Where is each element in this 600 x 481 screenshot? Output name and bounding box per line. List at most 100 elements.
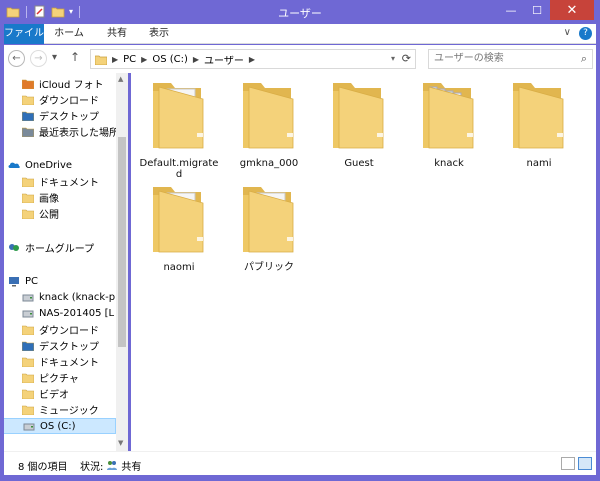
nav-item-label: ドキュメント — [39, 177, 99, 189]
nav-item[interactable]: ビデオ — [0, 385, 116, 401]
folder-icon — [243, 83, 294, 149]
tab-view[interactable]: 表示 — [140, 24, 178, 44]
nav-scrollbar[interactable]: ▲ ▼ — [116, 73, 128, 451]
explorer-window: ▾ ユーザー — ☐ ✕ ファイル ホーム 共有 表示 ∨ ? ← → ▾ ↑ … — [0, 0, 600, 481]
folder-name: knack — [434, 158, 464, 169]
up-button[interactable]: ↑ — [70, 50, 80, 64]
folder-item[interactable]: nami — [499, 79, 579, 169]
pc-icon — [8, 276, 20, 287]
back-button[interactable]: ← — [8, 50, 25, 67]
nav-item-label: NAS-201405 [L — [39, 307, 115, 319]
nav-item[interactable]: OS (C:) — [0, 418, 116, 434]
nav-item[interactable]: ダウンロード — [0, 91, 116, 107]
nav-item-label: ドキュメント — [39, 357, 99, 369]
pictures-icon — [21, 372, 35, 383]
desktop-icon — [21, 340, 35, 351]
nav-item[interactable]: ミュージック — [0, 401, 116, 417]
folder-item[interactable]: Guest — [319, 79, 399, 169]
search-icon: ⌕ — [580, 52, 587, 65]
nav-item[interactable]: ドキュメント — [0, 353, 116, 369]
forward-button[interactable]: → — [30, 50, 47, 67]
folder-name: gmkna_000 — [239, 158, 299, 169]
tab-file[interactable]: ファイル — [4, 24, 44, 44]
folder-item[interactable]: Default.migrated — [139, 79, 219, 180]
help-icon[interactable]: ? — [579, 27, 592, 40]
nav-item[interactable]: knack (knack-p — [0, 289, 116, 305]
breadcrumb-separator-icon: ▶ — [192, 54, 200, 64]
shared-users-icon — [107, 461, 118, 470]
navigation-pane: iCloud フォト ダウンロード デスクトップ 最近表示した場所 OneDrive ドキ… — [0, 73, 128, 451]
download-folder-icon — [21, 94, 35, 105]
nav-item-label: PC — [25, 275, 39, 287]
nav-item[interactable]: 最近表示した場所 — [0, 123, 116, 139]
scroll-up-icon[interactable]: ▲ — [118, 75, 123, 83]
status-value: 共有 — [121, 462, 142, 473]
large-icons-view-button[interactable] — [578, 457, 592, 470]
folder-icon — [21, 192, 35, 203]
folder-name: nami — [526, 158, 552, 169]
nav-item[interactable]: iCloud フォト — [0, 75, 116, 91]
breadcrumb-users[interactable]: ユーザー — [204, 52, 244, 67]
close-button[interactable]: ✕ — [550, 0, 594, 20]
desktop-icon — [21, 110, 35, 121]
search-input[interactable]: ユーザーの検索 ⌕ — [428, 49, 593, 69]
nav-item[interactable]: OneDrive — [0, 157, 116, 173]
refresh-icon[interactable]: ⟳ — [402, 52, 411, 65]
ribbon-controls: ∨ ? — [564, 27, 592, 40]
folder-name: Guest — [344, 158, 374, 169]
breadcrumb-os-drive[interactable]: OS (C:) — [152, 54, 188, 65]
search-placeholder: ユーザーの検索 — [434, 53, 504, 64]
nav-item[interactable]: デスクトップ — [0, 337, 116, 353]
folder-item[interactable]: パブリック — [229, 183, 309, 273]
nav-item[interactable]: 公開 — [0, 205, 116, 221]
recent-locations-button[interactable]: ▾ — [52, 52, 57, 63]
network-drive-icon — [22, 292, 34, 303]
nav-item[interactable]: ドキュメント — [0, 173, 116, 189]
address-bar[interactable]: ▶ PC ▶ OS (C:) ▶ ユーザー ▶ ▾ ⟳ — [90, 49, 416, 69]
minimize-button[interactable]: — — [498, 0, 524, 20]
download-folder-icon — [21, 324, 35, 335]
address-dropdown-icon[interactable]: ▾ — [391, 54, 395, 63]
nav-item[interactable]: ピクチャ — [0, 369, 116, 385]
nav-item[interactable]: NAS-201405 [L — [0, 305, 116, 321]
nav-item[interactable]: PC — [0, 273, 116, 289]
nav-item-label: iCloud フォト — [39, 79, 104, 91]
status-bar: 8 個の項目 状況: 共有 — [0, 451, 600, 475]
folder-name: naomi — [163, 262, 195, 273]
folder-icon — [153, 83, 204, 149]
drive-icon — [23, 421, 35, 432]
details-view-button[interactable] — [561, 457, 575, 470]
folder-item[interactable]: naomi — [139, 183, 219, 273]
photos-icon — [21, 78, 35, 89]
folder-icon — [21, 208, 35, 219]
nav-item-label: デスクトップ — [39, 111, 99, 123]
view-switcher — [561, 457, 592, 470]
folder-name: Default.migrated — [139, 158, 219, 180]
nav-item-label: OneDrive — [25, 159, 73, 171]
nav-item[interactable]: ダウンロード — [0, 321, 116, 337]
folder-small-icon — [95, 55, 107, 65]
title-bar: ▾ ユーザー — ☐ ✕ — [0, 0, 600, 24]
nav-item[interactable]: デスクトップ — [0, 107, 116, 123]
folder-item[interactable]: gmkna_000 — [229, 79, 309, 169]
breadcrumb-separator-icon: ▶ — [141, 54, 148, 64]
maximize-button[interactable]: ☐ — [524, 0, 550, 20]
nav-item-label: 画像 — [39, 193, 59, 205]
tab-home[interactable]: ホーム — [50, 24, 88, 44]
nav-item[interactable]: ホームグループ — [0, 239, 116, 255]
folder-item[interactable]: knack — [409, 79, 489, 169]
tab-share[interactable]: 共有 — [98, 24, 136, 44]
window-frame — [0, 24, 4, 481]
folder-icon — [513, 83, 564, 149]
folder-icon — [21, 176, 35, 187]
nav-item-label: ダウンロード — [39, 95, 99, 107]
window-frame — [0, 475, 600, 481]
nav-item-label: ミュージック — [39, 405, 99, 417]
nav-item-label: ビデオ — [39, 389, 69, 401]
breadcrumb-pc[interactable]: PC — [123, 54, 136, 65]
nav-item[interactable]: 画像 — [0, 189, 116, 205]
expand-ribbon-icon[interactable]: ∨ — [564, 27, 571, 40]
scrollbar-thumb[interactable] — [118, 137, 126, 347]
breadcrumb-separator-icon: ▶ — [112, 54, 119, 64]
scroll-down-icon[interactable]: ▼ — [118, 439, 123, 447]
